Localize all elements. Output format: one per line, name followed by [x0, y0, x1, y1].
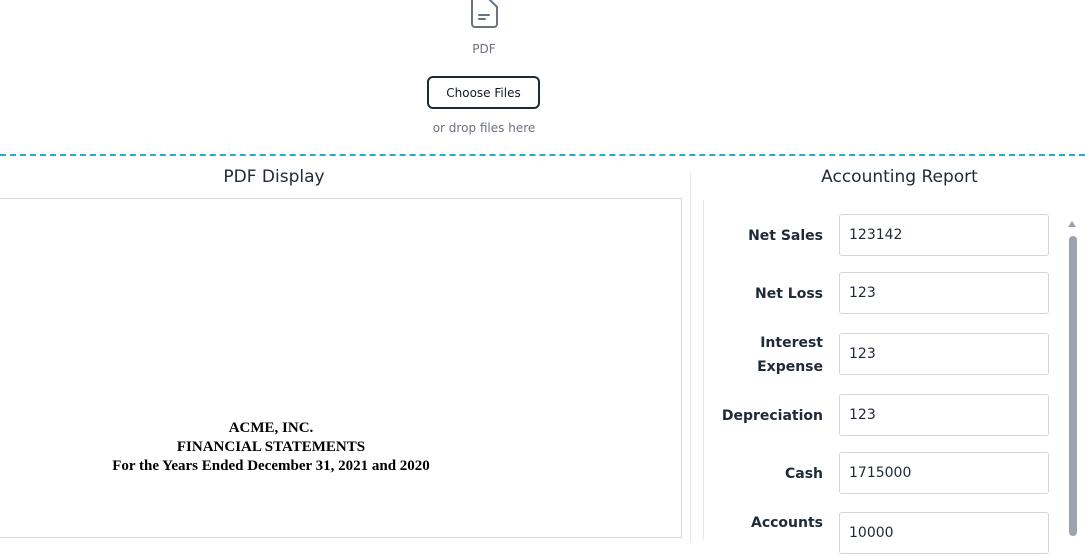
- interest-expense-input[interactable]: [839, 333, 1049, 375]
- depreciation-label: Depreciation: [721, 408, 823, 424]
- choose-files-button[interactable]: Choose Files: [427, 76, 540, 109]
- scroll-up-arrow-icon[interactable]: [1068, 221, 1076, 227]
- net-sales-input[interactable]: [839, 214, 1049, 256]
- net-loss-label: Net Loss: [755, 286, 823, 302]
- pdf-viewer[interactable]: [0, 198, 682, 538]
- interest-expense-label: Interest Expense: [757, 335, 823, 375]
- column-divider: [690, 172, 691, 542]
- upload-separator: [0, 154, 1085, 156]
- doc-company-name: ACME, INC.: [228, 420, 314, 436]
- accounts-input[interactable]: [839, 512, 1049, 554]
- file-type-label: PDF: [472, 42, 496, 56]
- pdf-display-title: PDF Display: [223, 167, 325, 187]
- scrollbar-thumb[interactable]: [1069, 236, 1077, 536]
- net-sales-label: Net Sales: [748, 228, 823, 244]
- file-upload-area[interactable]: PDF Choose Files or drop files here: [0, 0, 1085, 155]
- pdf-document-heading: ACME, INC. FINANCIAL STATEMENTS For the …: [0, 419, 542, 476]
- drop-files-hint: or drop files here: [432, 121, 536, 135]
- accounting-report-title: Accounting Report: [821, 167, 978, 187]
- doc-period: For the Years Ended December 31, 2021 an…: [112, 458, 430, 474]
- doc-statement-title: FINANCIAL STATEMENTS: [176, 439, 366, 455]
- net-loss-input[interactable]: [839, 272, 1049, 314]
- depreciation-input[interactable]: [839, 394, 1049, 436]
- cash-input[interactable]: [839, 452, 1049, 494]
- cash-label: Cash: [784, 466, 823, 482]
- accounts-label: Accounts: [750, 515, 823, 531]
- file-text-icon: [471, 0, 498, 28]
